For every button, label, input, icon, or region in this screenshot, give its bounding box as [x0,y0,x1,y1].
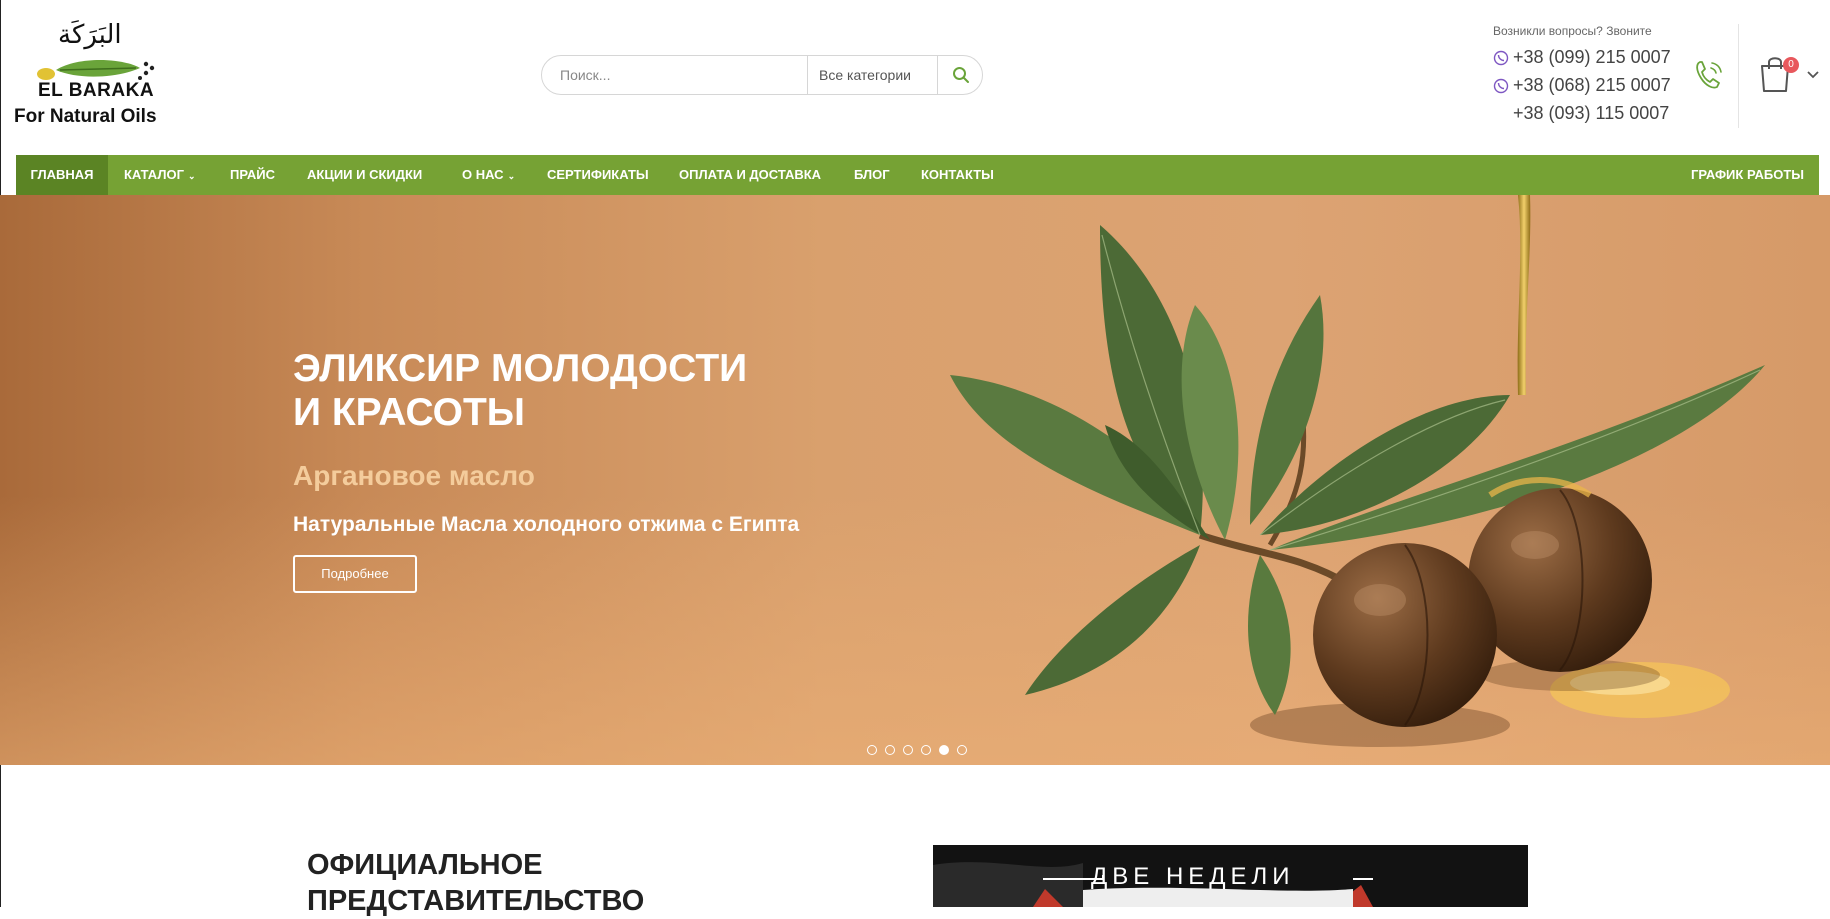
nav-item-label: СЕРТИФИКАТЫ [547,167,649,182]
hero-title: ЭЛИКСИР МОЛОДОСТИ И КРАСОТЫ [293,347,893,435]
nav-item-catalog[interactable]: КАТАЛОГ ⌄ [124,155,196,195]
search-bar: Все категории [541,55,983,95]
promo-text: ДВЕ НЕДЕЛИ [1091,863,1295,890]
slider-dot[interactable] [957,745,967,755]
section-title: ОФИЦИАЛЬНОЕ ПРЕДСТАВИТЕЛЬСТВО [307,847,644,919]
slider-dot[interactable] [903,745,913,755]
main-nav: ГЛАВНАЯ КАТАЛОГ ⌄ ПРАЙС АКЦИИ И СКИДКИ О … [16,155,1819,195]
section-title-line: ПРЕДСТАВИТЕЛЬСТВО [307,885,645,917]
viber-icon [1493,78,1509,93]
site-logo[interactable]: البَرَكَة EL BARAKA For Natural Oils [14,20,184,132]
chevron-down-icon[interactable] [1806,70,1820,80]
hero-title-line: ЭЛИКСИР МОЛОДОСТИ [293,347,748,390]
nav-item-label: ГРАФИК РАБОТЫ [1691,167,1804,182]
nav-item-label: ГЛАВНАЯ [30,167,94,182]
nav-item-price[interactable]: ПРАЙС [230,155,275,195]
nav-item-label: ПРАЙС [230,167,275,182]
contact-question: Возникли вопросы? Звоните [1493,24,1652,38]
hero-description: Натуральные Масла холодного отжима с Еги… [293,513,800,536]
hero-more-button[interactable]: Подробнее [293,555,417,593]
nav-item-home[interactable]: ГЛАВНАЯ [16,155,108,195]
chevron-down-icon: ⌄ [187,171,196,181]
slider-dot-active[interactable] [939,745,949,755]
phone-text: +38 (093) 115 0007 [1513,103,1670,123]
nav-item-blog[interactable]: БЛОГ [854,155,890,195]
search-divider [937,56,938,94]
logo-arabic-text: البَرَكَة [58,20,122,50]
slider-dot[interactable] [867,745,877,755]
chevron-down-icon: ⌄ [507,171,516,181]
nav-item-schedule[interactable]: ГРАФИК РАБОТЫ [1691,155,1804,195]
nav-item-label: О НАС [462,167,504,182]
nav-item-certificates[interactable]: СЕРТИФИКАТЫ [547,155,649,195]
search-divider [807,56,808,94]
nav-item-label: АКЦИИ И СКИДКИ [307,167,423,182]
search-category-select[interactable]: Все категории [819,67,911,83]
nav-item-label: КОНТАКТЫ [921,167,994,182]
logo-tagline: For Natural Oils [14,106,157,127]
header-divider [1738,24,1739,128]
argan-branch-image [950,195,1765,747]
section-title-line: ОФИЦИАЛЬНОЕ [307,849,543,881]
cart-count-badge: 0 [1783,57,1799,73]
slider-dot[interactable] [885,745,895,755]
nav-item-label: ОПЛАТА И ДОСТАВКА [679,167,822,182]
hero-title-line: И КРАСОТЫ [293,391,525,434]
nav-item-contacts[interactable]: КОНТАКТЫ [921,155,994,195]
logo-brand-name: EL BARAKA [38,80,155,101]
phone-number[interactable]: +38 (093) 115 0007 [1493,103,1669,124]
phone-number[interactable]: +38 (099) 215 0007 [1493,47,1671,68]
promo-banner[interactable]: ДВЕ НЕДЕЛИ [933,845,1528,907]
nav-item-payment-delivery[interactable]: ОПЛАТА И ДОСТАВКА [679,155,821,195]
phone-text: +38 (099) 215 0007 [1513,47,1671,67]
nav-item-label: КАТАЛОГ [124,167,184,182]
nav-item-label: БЛОГ [854,167,890,182]
search-icon [952,67,969,83]
hero-slider: ЭЛИКСИР МОЛОДОСТИ И КРАСОТЫ Аргановое ма… [0,195,1830,765]
hero-subtitle: Аргановое масло [293,460,535,491]
phone-number[interactable]: +38 (068) 215 0007 [1493,75,1671,96]
search-button[interactable] [939,56,982,94]
nav-item-about[interactable]: О НАС ⌄ [462,155,515,195]
search-input[interactable] [560,56,800,94]
slider-dot[interactable] [921,745,931,755]
phone-call-icon[interactable] [1692,58,1726,92]
viber-icon [1493,50,1509,65]
nav-item-promotions[interactable]: АКЦИИ И СКИДКИ [307,155,422,195]
phone-text: +38 (068) 215 0007 [1513,75,1671,95]
